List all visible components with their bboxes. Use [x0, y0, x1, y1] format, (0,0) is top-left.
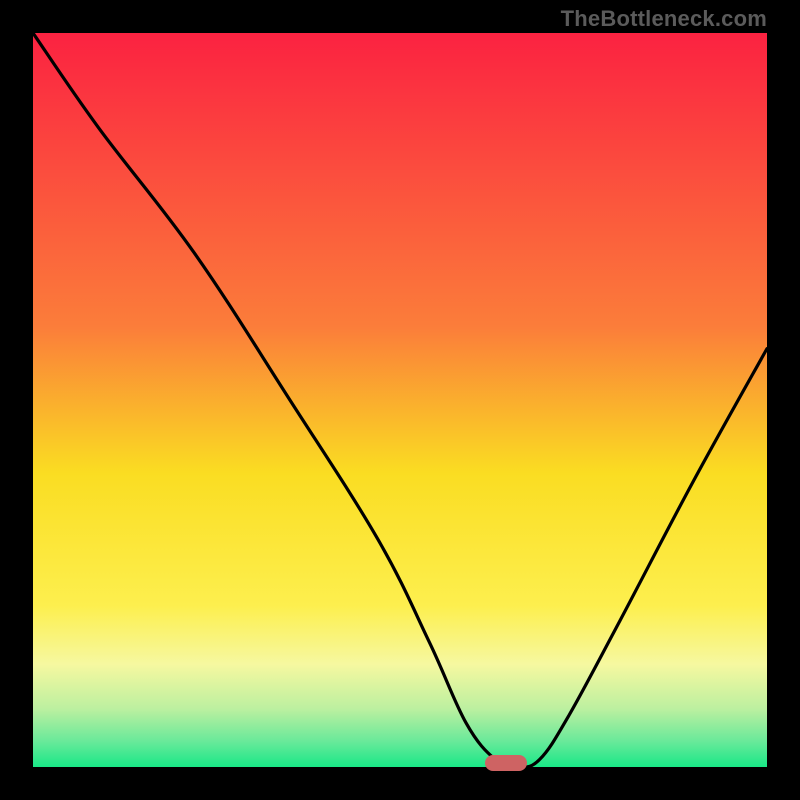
watermark-label: TheBottleneck.com [561, 6, 767, 32]
bottleneck-chart [33, 33, 767, 767]
gradient-background [33, 33, 767, 767]
optimal-marker [485, 755, 527, 771]
plot-area [33, 33, 767, 767]
chart-frame: TheBottleneck.com [0, 0, 800, 800]
